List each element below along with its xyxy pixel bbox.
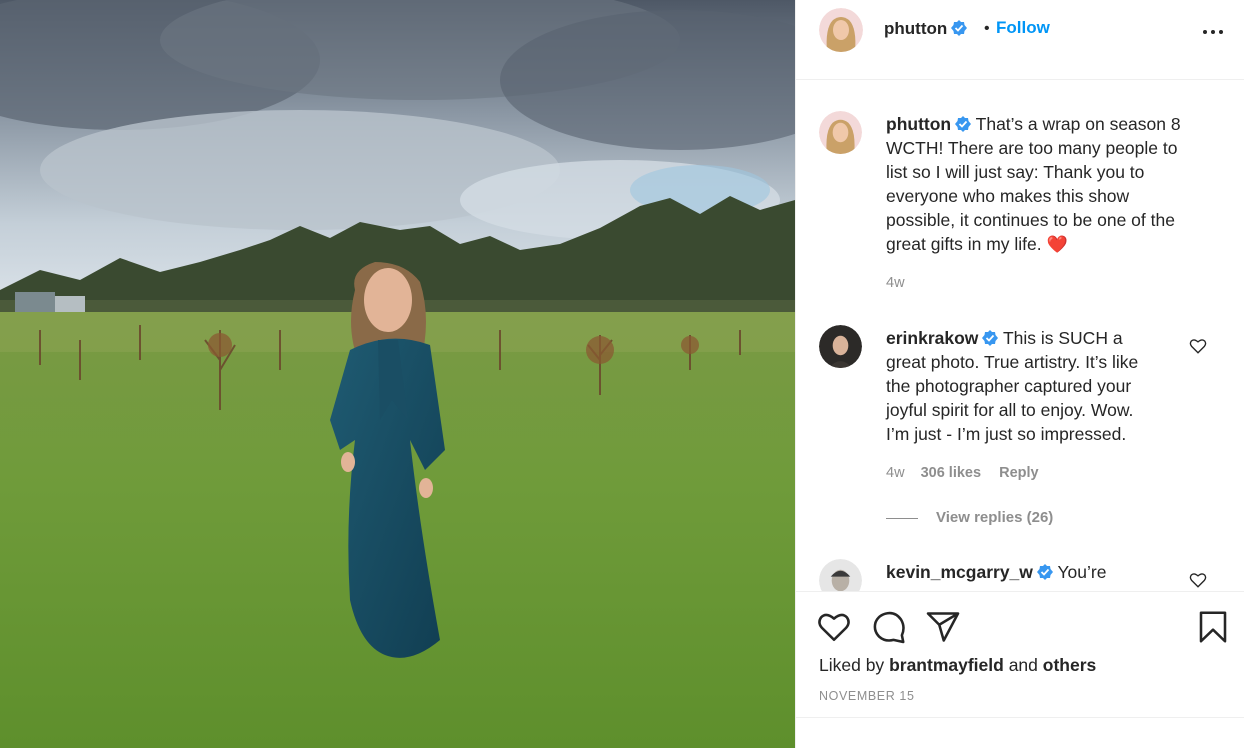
liked-by-others[interactable]: others [1043, 655, 1096, 675]
comment-line: You’re [1057, 562, 1107, 582]
comment-meta: 4w 306 likes Reply [886, 465, 1039, 481]
verified-badge-icon [951, 20, 968, 36]
verified-badge-icon [1036, 564, 1053, 580]
divider [886, 517, 918, 519]
bookmark-icon[interactable] [1195, 609, 1231, 645]
avatar[interactable] [819, 8, 863, 52]
comment-icon[interactable] [871, 609, 907, 645]
view-replies-label: View replies (26) [936, 509, 1054, 526]
comment-like-heart-icon[interactable] [1189, 571, 1207, 589]
photo-woman-in-field [0, 0, 795, 748]
avatar[interactable] [819, 111, 862, 154]
post-author-username[interactable]: phutton [884, 19, 968, 39]
share-icon[interactable] [925, 609, 961, 645]
caption-text: phutton That’s a wrap on season 8 WCTH! … [886, 112, 1181, 257]
view-replies-button[interactable]: View replies (26) [886, 509, 1053, 526]
caption-age: 4w [886, 275, 905, 291]
post-actions: Liked by brantmayfield and others NOVEMB… [796, 591, 1244, 748]
post-photo[interactable] [0, 0, 795, 748]
comment-line: This is SUCH a [1002, 328, 1123, 348]
comment-username[interactable]: kevin_mcgarry_w [886, 562, 1033, 582]
caption-line: possible, it continues to be one of the [886, 210, 1175, 230]
caption-username[interactable]: phutton [886, 114, 951, 134]
verified-badge-icon [982, 330, 999, 346]
avatar[interactable] [819, 325, 862, 368]
comment-age[interactable]: 4w [886, 465, 905, 481]
liked-by-prefix: Liked by [819, 655, 885, 675]
heart-icon[interactable] [816, 609, 852, 645]
follow-button[interactable]: Follow [996, 18, 1050, 38]
comment-text: kevin_mcgarry_w You’re [886, 560, 1106, 584]
avatar[interactable] [819, 559, 862, 591]
post-details-pane: phutton • Follow phutton That’s a wrap o… [795, 0, 1244, 748]
caption-line: great gifts in my life. [886, 234, 1042, 254]
comment-text: erinkrakow This is SUCH a great photo. T… [886, 326, 1138, 446]
verified-badge-icon [955, 116, 972, 132]
comment-username[interactable]: erinkrakow [886, 328, 978, 348]
more-horizontal-icon[interactable] [1200, 22, 1230, 42]
caption-line: list so I will just say: Thank you to [886, 162, 1145, 182]
comments-list[interactable]: phutton That’s a wrap on season 8 WCTH! … [796, 81, 1244, 591]
caption-line: WCTH! There are too many people to [886, 138, 1178, 158]
comment-likes-count[interactable]: 306 likes [921, 465, 981, 481]
separator-dot: • [984, 20, 990, 37]
caption-line: That’s a wrap on season 8 [975, 114, 1181, 134]
divider [796, 717, 1244, 718]
heart-emoji: ❤️ [1046, 235, 1068, 255]
comment-like-heart-icon[interactable] [1189, 337, 1207, 355]
post-header: phutton • Follow [796, 0, 1244, 80]
comment-line: joyful spirit for all to enjoy. Wow. [886, 400, 1134, 420]
reply-button[interactable]: Reply [999, 465, 1039, 481]
liked-by-and: and [1008, 655, 1038, 675]
liked-by-user[interactable]: brantmayfield [889, 655, 1004, 675]
caption-line: everyone who makes this show [886, 186, 1130, 206]
comment-line: I’m just - I’m just so impressed. [886, 424, 1127, 444]
liked-by: Liked by brantmayfield and others [819, 655, 1096, 676]
comment-line: the photographer captured your [886, 376, 1132, 396]
post-date[interactable]: NOVEMBER 15 [819, 689, 915, 703]
comment-line: great photo. True artistry. It’s like [886, 352, 1139, 372]
